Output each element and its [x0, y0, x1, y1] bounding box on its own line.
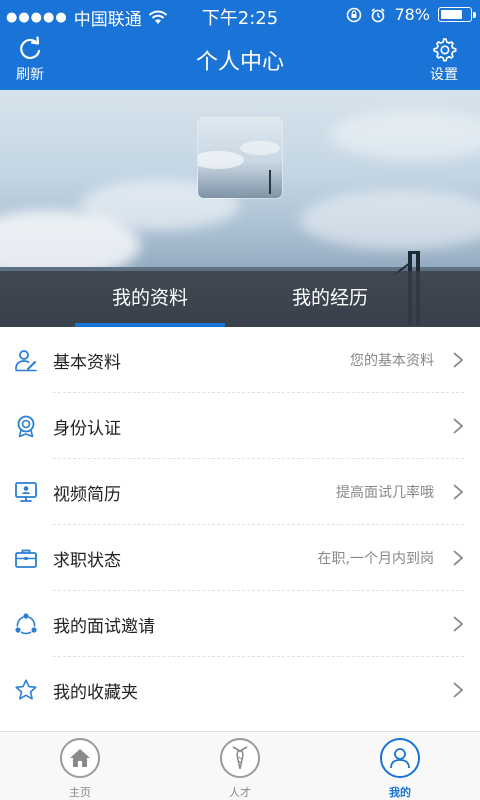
menu-item-label: 视频简历: [53, 484, 121, 505]
menu-item-video-resume[interactable]: 视频简历 提高面试几率哦: [0, 459, 480, 525]
person-edit-icon: [15, 350, 37, 372]
app-header: 刷新 个人中心 设置: [0, 30, 480, 90]
nav-home-circle: [60, 738, 100, 778]
profile-avatar[interactable]: [198, 118, 282, 198]
badge-icon: [17, 415, 35, 438]
menu-item-label: 求职状态: [53, 550, 121, 571]
banner-cloud: [300, 190, 480, 250]
nav-talent-circle: [220, 738, 260, 778]
menu-item-job-status[interactable]: 求职状态 在职,一个月内到岗: [0, 525, 480, 591]
rotation-lock-icon: [347, 7, 362, 22]
chevron-right-icon: [453, 352, 464, 368]
briefcase-icon: [15, 549, 37, 568]
menu-item-label: 我的面试邀请: [53, 616, 155, 637]
chevron-right-icon: [453, 418, 464, 434]
star-icon: [15, 679, 37, 700]
battery-level: [441, 10, 462, 19]
menu-item-identity-verification[interactable]: 身份认证: [0, 393, 480, 459]
user-icon: [390, 748, 410, 769]
menu-item-hint: 提高面试几率哦: [336, 485, 434, 501]
chevron-right-icon: [453, 484, 464, 500]
alarm-icon: [371, 7, 385, 22]
avatar-image: [198, 141, 280, 194]
chevron-right-icon: [453, 616, 464, 632]
status-right: 78%: [346, 5, 476, 24]
menu-item-label: 我的收藏夹: [53, 682, 138, 703]
gear-icon: [433, 37, 457, 62]
tab-my-profile[interactable]: 我的资料: [75, 271, 225, 327]
status-bar: ●●●●● 中国联通 下午2:25 78%: [0, 0, 480, 30]
menu-item-favorites[interactable]: 我的收藏夹: [0, 657, 480, 723]
menu-item-interview-invitations[interactable]: 我的面试邀请: [0, 591, 480, 657]
nav-label: 主页: [69, 786, 91, 799]
chevron-right-icon: [453, 550, 464, 566]
tab-my-experience[interactable]: 我的经历: [255, 271, 405, 327]
monitor-icon: [15, 482, 37, 502]
nav-talent[interactable]: 人才: [180, 738, 300, 800]
network-icon: [15, 613, 37, 635]
tie-icon: [232, 746, 248, 770]
banner-cloud: [330, 110, 480, 160]
menu-item-hint: 在职,一个月内到岗: [317, 551, 434, 567]
menu-item-hint: 您的基本资料: [350, 353, 434, 369]
menu-list: 基本资料 您的基本资料 身份认证 视频简历 提高面试几率哦 求职状态 在职,一个…: [0, 327, 480, 723]
menu-item-label: 身份认证: [53, 418, 121, 439]
nav-home[interactable]: 主页: [20, 738, 140, 800]
nav-mine-circle: [380, 738, 420, 778]
settings-label: 设置: [430, 67, 458, 83]
nav-mine[interactable]: 我的: [340, 738, 460, 800]
nav-label: 我的: [389, 786, 411, 799]
nav-label: 人才: [229, 786, 251, 799]
bottom-nav: 主页 人才 我的: [0, 731, 480, 800]
battery-percent: 78%: [394, 5, 430, 24]
page-title: 个人中心: [195, 50, 284, 75]
settings-button[interactable]: 设置: [414, 36, 474, 84]
profile-tabs: 我的资料 我的经历: [0, 271, 480, 327]
menu-item-basic-info[interactable]: 基本资料 您的基本资料: [0, 327, 480, 393]
home-icon: [70, 749, 90, 767]
menu-item-label: 基本资料: [53, 352, 121, 373]
battery-icon: [438, 7, 476, 22]
chevron-right-icon: [453, 682, 464, 698]
